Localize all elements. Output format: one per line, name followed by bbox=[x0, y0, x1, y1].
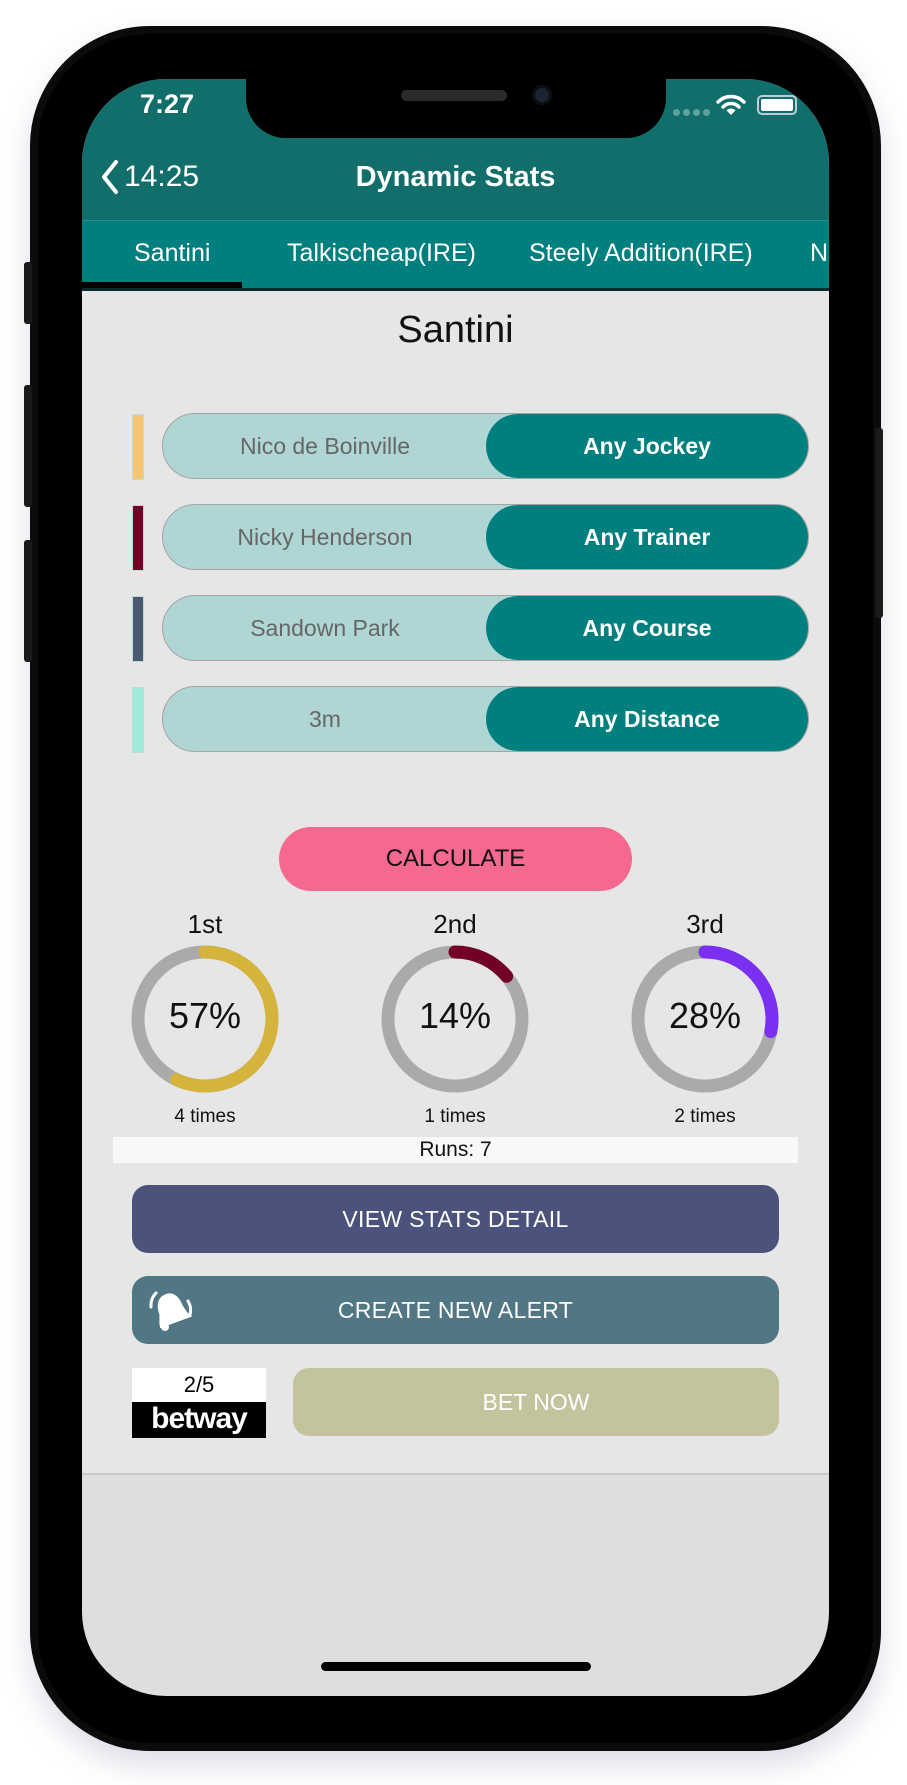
bet-now-button[interactable]: BET NOW bbox=[293, 1368, 779, 1436]
donut-2nd: 2nd 14% 1 times bbox=[365, 909, 545, 1128]
status-time: 7:27 bbox=[140, 89, 195, 119]
app-screen: 7:27 14:25 Dynamic Stats Santini Talkisc… bbox=[82, 79, 829, 1696]
jockey-toggle[interactable]: Nico de Boinville Any Jockey bbox=[162, 413, 809, 479]
filter-row-course: Sandown Park Any Course bbox=[132, 595, 809, 662]
donut-3rd: 3rd 28% 2 times bbox=[615, 909, 795, 1128]
any-trainer-option[interactable]: Any Trainer bbox=[486, 505, 808, 569]
bell-icon bbox=[149, 1291, 193, 1331]
position-label: 1st bbox=[187, 909, 223, 939]
speaker bbox=[401, 90, 507, 101]
percent-label: 57% bbox=[168, 995, 242, 1036]
position-label: 3rd bbox=[686, 909, 724, 939]
volume-down-button bbox=[24, 540, 32, 662]
odds-value: 2/5 bbox=[183, 1372, 215, 1397]
times-label: 1 times bbox=[424, 1106, 486, 1127]
course-specific-option[interactable]: Sandown Park bbox=[163, 596, 487, 660]
runs-count: Runs: 7 bbox=[113, 1137, 798, 1163]
trainer-specific-option[interactable]: Nicky Henderson bbox=[163, 505, 487, 569]
any-course-option[interactable]: Any Course bbox=[486, 596, 808, 660]
percent-label: 14% bbox=[418, 995, 492, 1036]
donut-arc bbox=[448, 945, 514, 983]
filter-row-jockey: Nico de Boinville Any Jockey bbox=[132, 413, 809, 480]
tab-next-horse[interactable]: N bbox=[810, 221, 828, 289]
filter-row-distance: 3m Any Distance bbox=[132, 686, 809, 753]
jockey-specific-option[interactable]: Nico de Boinville bbox=[163, 414, 487, 478]
jockey-color-bar bbox=[132, 414, 144, 480]
horse-tabs: Santini Talkischeap(IRE) Steely Addition… bbox=[82, 220, 829, 289]
times-label: 4 times bbox=[174, 1106, 236, 1127]
trainer-color-bar bbox=[132, 505, 144, 571]
silent-switch bbox=[24, 262, 32, 324]
any-jockey-option[interactable]: Any Jockey bbox=[486, 414, 808, 478]
position-label: 2nd bbox=[433, 909, 477, 939]
tab-talkischeap[interactable]: Talkischeap(IRE) bbox=[287, 221, 476, 289]
distance-color-bar bbox=[132, 687, 144, 753]
signal-icon bbox=[673, 109, 710, 116]
page-title: Dynamic Stats bbox=[355, 161, 556, 193]
donut-1st: 1st 57% 4 times bbox=[115, 909, 295, 1128]
filter-row-trainer: Nicky Henderson Any Trainer bbox=[132, 504, 809, 571]
trainer-toggle[interactable]: Nicky Henderson Any Trainer bbox=[162, 504, 809, 570]
view-stats-detail-button[interactable]: VIEW STATS DETAIL bbox=[132, 1185, 779, 1253]
notch bbox=[246, 79, 666, 138]
volume-up-button bbox=[24, 385, 32, 507]
percent-label: 28% bbox=[668, 995, 742, 1036]
tab-santini[interactable]: Santini bbox=[134, 221, 210, 289]
distance-toggle[interactable]: 3m Any Distance bbox=[162, 686, 809, 752]
distance-specific-option[interactable]: 3m bbox=[163, 687, 487, 751]
course-color-bar bbox=[132, 596, 144, 662]
betway-logo: betway bbox=[132, 1402, 266, 1438]
tab-steely-addition[interactable]: Steely Addition(IRE) bbox=[529, 221, 753, 289]
power-button bbox=[875, 428, 883, 618]
times-label: 2 times bbox=[674, 1106, 736, 1127]
stats-content: Santini Nico de Boinville Any Jockey Nic… bbox=[82, 291, 829, 1475]
wifi-icon bbox=[716, 94, 746, 115]
create-alert-button[interactable]: CREATE NEW ALERT bbox=[132, 1276, 779, 1344]
any-distance-option[interactable]: Any Distance bbox=[486, 687, 808, 751]
bookmaker-odds[interactable]: 2/5 betway bbox=[132, 1368, 266, 1438]
horse-name: Santini bbox=[397, 309, 514, 351]
course-toggle[interactable]: Sandown Park Any Course bbox=[162, 595, 809, 661]
home-indicator[interactable] bbox=[321, 1662, 591, 1671]
camera bbox=[532, 85, 552, 105]
battery-icon bbox=[757, 95, 797, 115]
header: 7:27 14:25 Dynamic Stats bbox=[82, 79, 829, 220]
calculate-button[interactable]: CALCULATE bbox=[279, 827, 632, 891]
create-alert-label: CREATE NEW ALERT bbox=[337, 1297, 574, 1323]
